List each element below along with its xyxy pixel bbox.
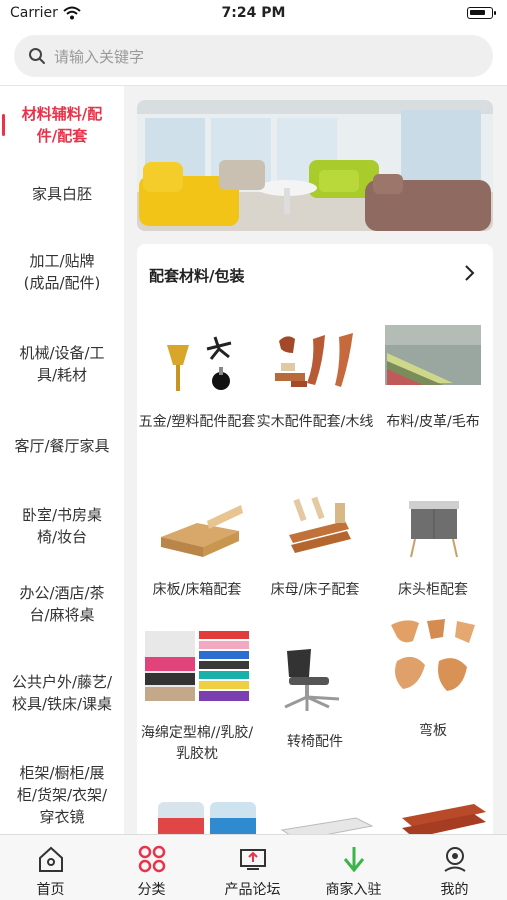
- status-bar: Carrier 7:24 PM: [0, 0, 507, 28]
- section-title: 配套材料/包装: [149, 267, 245, 285]
- hardware-parts-image: [147, 323, 247, 398]
- bed-slats-image: [265, 491, 365, 566]
- tab-label: 分类: [137, 882, 166, 898]
- search-placeholder: 请输入关键字: [54, 48, 145, 66]
- bed-board-image: [147, 491, 247, 566]
- bottom-tab-bar: 首页 分类 产品论坛 商家入驻 我的: [0, 834, 507, 900]
- search-header: 请输入关键字: [0, 28, 507, 86]
- sidebar-item-cabinets[interactable]: 柜架/橱柜/展柜/货架/衣架/穿衣镜: [0, 756, 124, 834]
- product-label: 弯板: [419, 723, 447, 739]
- sidebar-item-label: 卧室/书房桌椅/妆台: [21, 506, 103, 546]
- product-tile-bent-plywood[interactable]: 弯板: [374, 617, 492, 742]
- product-label: 床板/床箱配套: [152, 582, 242, 598]
- product-label: 海绵定型棉//乳胶/乳胶枕: [140, 725, 254, 762]
- sidebar-item-label: 公共户外/藤艺/校具/铁床/课桌: [11, 673, 113, 713]
- sidebar-item-materials[interactable]: 材料辅料/配件/配套: [0, 96, 124, 154]
- tab-profile[interactable]: 我的: [404, 835, 505, 900]
- search-input[interactable]: 请输入关键字: [14, 35, 493, 77]
- battery-icon: [467, 7, 496, 19]
- wood-parts-image: [265, 323, 365, 398]
- product-label: 床头柜配套: [398, 582, 468, 598]
- sidebar-item-label: 加工/贴牌(成品/配件): [23, 252, 101, 292]
- product-label: 布料/皮革/毛布: [386, 414, 480, 430]
- sidebar-item-label: 机械/设备/工具/耗材: [19, 344, 105, 384]
- nightstand-image: [383, 491, 483, 566]
- clock: 7:24 PM: [221, 5, 286, 21]
- sidebar-item-machinery[interactable]: 机械/设备/工具/耗材: [0, 336, 124, 392]
- product-tile-fabric[interactable]: 布料/皮革/毛布: [374, 323, 492, 433]
- fabric-image: [383, 323, 483, 398]
- merchant-join-icon: [339, 844, 369, 874]
- tab-label: 商家入驻: [325, 882, 382, 898]
- forum-icon: [238, 844, 268, 874]
- product-tile-hardware[interactable]: 五金/塑料配件配套: [138, 323, 256, 433]
- sidebar-item-bedroom[interactable]: 卧室/书房桌椅/妆台: [0, 498, 124, 554]
- tab-forum[interactable]: 产品论坛: [202, 835, 303, 900]
- product-tile-sponge[interactable]: 海绵定型棉//乳胶/乳胶枕: [138, 631, 256, 765]
- product-tile-bed-board[interactable]: 床板/床箱配套: [138, 491, 256, 601]
- active-indicator: [2, 114, 5, 136]
- tab-label: 产品论坛: [224, 882, 281, 898]
- sidebar-item-public-outdoor[interactable]: 公共户外/藤艺/校具/铁床/课桌: [0, 654, 124, 732]
- sidebar-item-label: 办公/酒店/茶台/麻将桌: [19, 584, 105, 624]
- chevron-right-icon[interactable]: [463, 264, 475, 286]
- promo-banner[interactable]: [137, 100, 493, 231]
- sidebar-item-white-furniture[interactable]: 家具白胚: [0, 172, 124, 216]
- product-tile-nightstand[interactable]: 床头柜配套: [374, 491, 492, 601]
- search-icon: [28, 47, 46, 69]
- tab-label: 我的: [440, 882, 469, 898]
- product-tile-swivel-chair[interactable]: 转椅配件: [256, 641, 374, 753]
- category-icon: [137, 844, 167, 874]
- bent-plywood-image: [383, 617, 483, 707]
- sidebar-item-label: 材料辅料/配件/配套: [21, 105, 103, 145]
- product-label: 转椅配件: [287, 734, 343, 750]
- tab-label: 首页: [36, 882, 65, 898]
- category-sidebar: 材料辅料/配件/配套 家具白胚 加工/贴牌(成品/配件) 机械/设备/工具/耗材…: [0, 86, 124, 834]
- home-icon: [36, 844, 66, 874]
- sidebar-item-label: 柜架/橱柜/展柜/货架/衣架/穿衣镜: [16, 764, 108, 826]
- sponge-image: [145, 631, 249, 701]
- product-tile-wood-parts[interactable]: 实木配件配套/木线: [256, 323, 374, 433]
- product-label: 床母/床子配套: [270, 582, 360, 598]
- tab-merchant-join[interactable]: 商家入驻: [303, 835, 404, 900]
- sidebar-item-label: 家具白胚: [31, 185, 92, 203]
- sidebar-item-office-hotel[interactable]: 办公/酒店/茶台/麻将桌: [0, 576, 124, 632]
- profile-icon: [440, 844, 470, 874]
- product-label: 实木配件配套/木线: [256, 414, 374, 430]
- sidebar-item-living-dining[interactable]: 客厅/餐厅家具: [0, 418, 124, 474]
- sidebar-item-processing[interactable]: 加工/贴牌(成品/配件): [0, 234, 124, 310]
- swivel-chair-image: [265, 641, 365, 716]
- tab-home[interactable]: 首页: [0, 835, 101, 900]
- product-tile-bed-slats[interactable]: 床母/床子配套: [256, 491, 374, 601]
- subcategory-card: 配套材料/包装 五金/塑料配件配套 实木配件配套/木线 布料/皮革/毛布 床板/…: [137, 244, 493, 844]
- tab-category[interactable]: 分类: [101, 835, 202, 900]
- product-label: 五金/塑料配件配套: [138, 414, 256, 430]
- sidebar-item-label: 客厅/餐厅家具: [14, 437, 110, 455]
